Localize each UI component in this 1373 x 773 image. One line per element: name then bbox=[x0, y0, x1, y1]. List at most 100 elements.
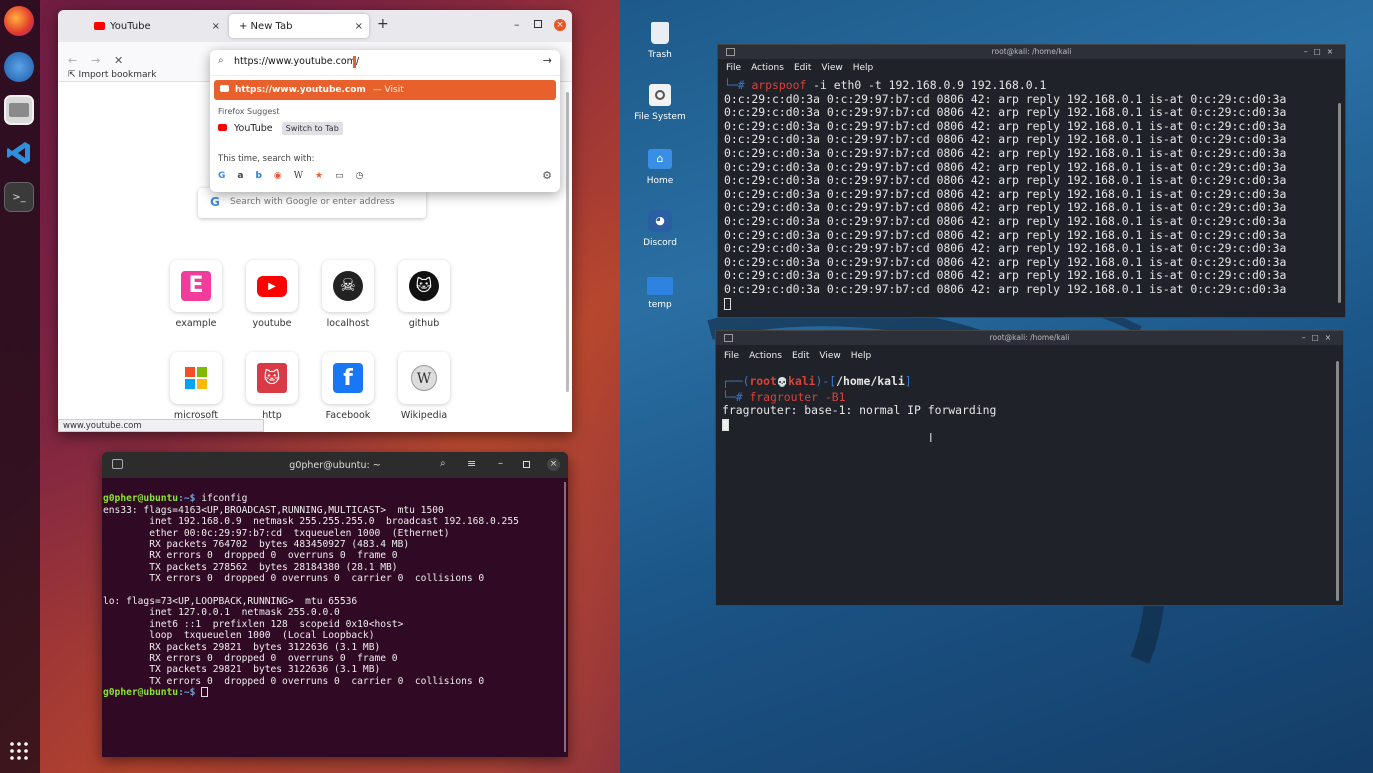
terminal-menubar: File Actions Edit View Help bbox=[718, 59, 1345, 77]
shortcut-wikipedia[interactable]: W Wikipedia bbox=[389, 352, 459, 421]
menu-view[interactable]: View bbox=[819, 351, 840, 361]
shortcut-example[interactable]: E example bbox=[161, 260, 231, 329]
terminal-scrollbar[interactable] bbox=[1338, 103, 1341, 303]
menu-file[interactable]: File bbox=[726, 63, 741, 73]
output-line: loop txqueuelen 1000 (Local Loopback) bbox=[103, 630, 375, 642]
terminal-scrollbar[interactable] bbox=[564, 482, 566, 752]
terminal-titlebar: root@kali: /home/kali –□× bbox=[716, 331, 1343, 345]
menu-file[interactable]: File bbox=[724, 351, 739, 361]
search-placeholder: Search with Google or enter address bbox=[230, 197, 395, 207]
window-controls[interactable]: –□× bbox=[1304, 45, 1339, 59]
status-bar: www.youtube.com bbox=[58, 419, 264, 432]
stop-icon[interactable]: ✕ bbox=[114, 54, 123, 67]
arp-reply-output: 0:c:29:c:d0:3a 0:c:29:97:b7:cd 0806 42: … bbox=[724, 92, 1345, 297]
url-dropdown: ⌕ https://www.youtube.com/ → https://www… bbox=[210, 50, 560, 192]
desktop-discord[interactable]: ◕ Discord bbox=[630, 208, 690, 248]
terminal-output[interactable]: └─# arpspoof -i eth0 -t 192.168.0.9 192.… bbox=[718, 78, 1345, 310]
shortcut-github[interactable]: 🐱 github bbox=[389, 260, 459, 329]
output-line: TX packets 29821 bytes 3122636 (3.1 MB) bbox=[103, 664, 381, 676]
tab-close-icon[interactable]: × bbox=[212, 21, 220, 32]
suggest-heading: Firefox Suggest bbox=[218, 107, 280, 116]
amazon-engine-icon[interactable]: a bbox=[237, 171, 243, 181]
thunderbird-icon[interactable] bbox=[4, 52, 34, 82]
new-tab-button[interactable]: + bbox=[377, 16, 389, 32]
minimize-icon[interactable]: – bbox=[514, 18, 520, 31]
output-line: RX packets 764702 bytes 483450927 (483.4… bbox=[103, 539, 410, 551]
suggestion-highlighted[interactable]: https://www.youtube.com — Visit bbox=[214, 80, 556, 100]
forward-icon[interactable]: → bbox=[91, 54, 100, 67]
tab-close-icon[interactable]: × bbox=[355, 21, 363, 32]
bookmark-import[interactable]: ⇱ Import bookmark bbox=[68, 70, 156, 80]
search-settings-gear-icon[interactable]: ⚙ bbox=[542, 169, 552, 182]
maximize-icon[interactable] bbox=[523, 461, 530, 468]
output-line: 0:c:29:c:d0:3a 0:c:29:97:b7:cd 0806 42: … bbox=[724, 227, 1287, 242]
show-apps-icon[interactable] bbox=[4, 736, 34, 766]
desktop-file-system[interactable]: File System bbox=[630, 82, 690, 122]
menu-actions[interactable]: Actions bbox=[751, 63, 784, 73]
tab-new-tab[interactable]: + New Tab × bbox=[229, 14, 369, 38]
output-line: ether 00:0c:29:97:b7:cd txqueuelen 1000 … bbox=[103, 527, 450, 539]
output-line: 0:c:29:c:d0:3a 0:c:29:97:b7:cd 0806 42: … bbox=[724, 213, 1287, 228]
tabs-engine-icon[interactable]: ▭ bbox=[335, 171, 344, 181]
url-input[interactable]: https://www.youtube.com/ bbox=[234, 56, 359, 67]
menu-help[interactable]: Help bbox=[851, 351, 872, 361]
command-line: └─# fragrouter -B1 bbox=[722, 389, 846, 404]
shortcut-microsoft[interactable]: microsoft bbox=[161, 352, 231, 421]
menu-view[interactable]: View bbox=[821, 63, 842, 73]
history-engine-icon[interactable]: ◷ bbox=[356, 171, 364, 181]
go-arrow-icon[interactable]: → bbox=[543, 54, 552, 67]
hamburger-menu-icon[interactable]: ≡ bbox=[467, 457, 476, 470]
menu-actions[interactable]: Actions bbox=[749, 351, 782, 361]
terminal-output[interactable]: g0pher@ubuntu:~$ ifconfig ens33: flags=41… bbox=[103, 482, 568, 722]
google-engine-icon[interactable]: G bbox=[218, 171, 225, 181]
terminal-titlebar: root@kali: /home/kali –□× bbox=[718, 45, 1345, 59]
shortcut-localhost[interactable]: ☠ localhost bbox=[313, 260, 383, 329]
minimize-icon[interactable]: – bbox=[498, 458, 503, 469]
page-scrollbar[interactable] bbox=[566, 92, 569, 392]
youtube-favicon-icon bbox=[220, 85, 229, 92]
terminal-app-icon bbox=[724, 334, 733, 342]
url-bar[interactable]: ⌕ https://www.youtube.com/ → bbox=[210, 50, 560, 76]
search-icon[interactable]: ⌕ bbox=[440, 458, 446, 469]
back-icon[interactable]: ← bbox=[68, 54, 77, 67]
close-icon[interactable]: × bbox=[547, 458, 560, 471]
desktop-temp[interactable]: temp bbox=[630, 270, 690, 310]
desktop-home[interactable]: ⌂ Home bbox=[630, 146, 690, 186]
switch-to-tab-button[interactable]: Switch to Tab bbox=[281, 122, 343, 135]
menu-edit[interactable]: Edit bbox=[794, 63, 811, 73]
output-line: inet 192.168.0.9 netmask 255.255.255.0 b… bbox=[103, 516, 519, 528]
terminal-output[interactable]: ┌──(root💀kali)-[/home/kali] └─# fragroute… bbox=[716, 374, 1343, 431]
vscode-icon[interactable] bbox=[4, 138, 34, 168]
microsoft-icon bbox=[185, 367, 207, 389]
discord-icon: ◕ bbox=[648, 210, 672, 232]
firefox-window: YouTube × + New Tab × + – × ← → ✕ ◫ ≡ ⇱I… bbox=[58, 10, 572, 432]
close-icon[interactable]: × bbox=[554, 19, 566, 31]
output-line: ens33: flags=4163<UP,BROADCAST,RUNNING,M… bbox=[103, 504, 444, 516]
window-controls[interactable]: –□× bbox=[1302, 331, 1337, 345]
text-cursor-ibeam-icon: I bbox=[929, 431, 933, 445]
shortcut-youtube[interactable]: ▶ youtube bbox=[237, 260, 307, 329]
newtab-search-box[interactable]: G Search with Google or enter address bbox=[198, 188, 426, 218]
maximize-icon[interactable] bbox=[534, 20, 542, 28]
suggestion-youtube[interactable]: YouTube Switch to Tab bbox=[218, 121, 343, 137]
wikipedia-icon: W bbox=[411, 365, 437, 391]
files-icon[interactable] bbox=[4, 95, 34, 125]
tab-youtube[interactable]: YouTube × bbox=[84, 14, 226, 38]
menu-help[interactable]: Help bbox=[853, 63, 874, 73]
terminal-icon[interactable]: >_ bbox=[4, 182, 34, 212]
duckduckgo-engine-icon[interactable]: ◉ bbox=[274, 171, 282, 181]
shortcut-facebook[interactable]: f Facebook bbox=[313, 352, 383, 421]
desktop-trash[interactable]: Trash bbox=[630, 20, 690, 60]
ubuntu-desktop: >_ YouTube × + New Tab × + – × ← → ✕ ◫ bbox=[0, 0, 620, 773]
bing-engine-icon[interactable]: b bbox=[255, 171, 261, 181]
prompt-line: g0pher@ubuntu:~$ bbox=[103, 687, 568, 698]
bookmarks-engine-icon[interactable]: ★ bbox=[315, 171, 323, 181]
search-icon: ⌕ bbox=[218, 55, 224, 66]
terminal-scrollbar[interactable] bbox=[1336, 361, 1339, 601]
shortcut-http[interactable]: 🐱 http bbox=[237, 352, 307, 421]
output-line: 0:c:29:c:d0:3a 0:c:29:97:b7:cd 0806 42: … bbox=[724, 254, 1287, 269]
firefox-icon[interactable] bbox=[4, 6, 34, 36]
wikipedia-engine-icon[interactable]: W bbox=[294, 171, 303, 181]
menu-edit[interactable]: Edit bbox=[792, 351, 809, 361]
